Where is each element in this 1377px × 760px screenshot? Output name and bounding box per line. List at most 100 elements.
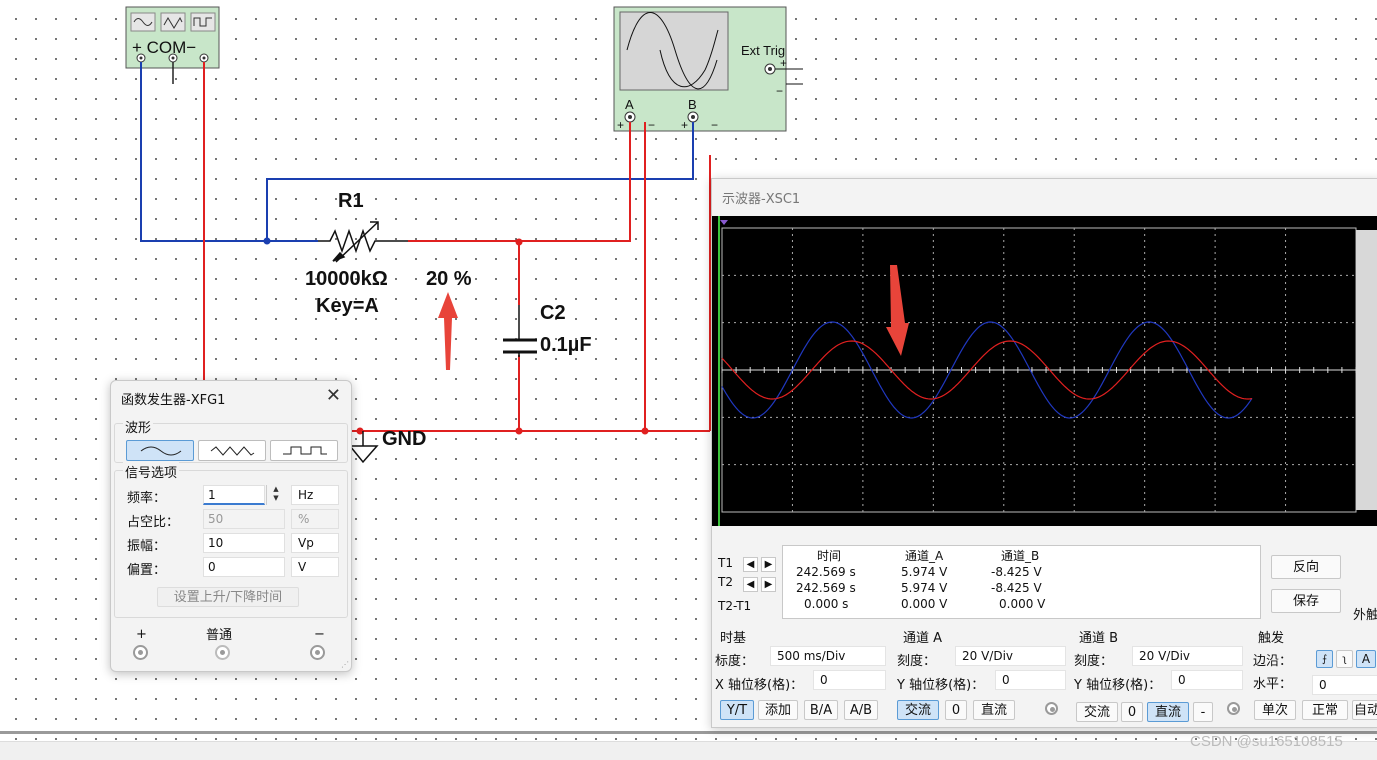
mode-yt-button[interactable]: Y/T	[720, 700, 754, 720]
resistor-percent: 20 %	[426, 268, 472, 290]
t1-time: 242.569 s	[796, 565, 856, 579]
channel-a-scale-field[interactable]: 20 V/Div	[955, 646, 1066, 666]
falling-edge-icon[interactable]: ʅ	[1336, 650, 1353, 668]
t2-right-arrow-icon[interactable]: ▶	[761, 577, 776, 592]
rising-edge-icon[interactable]: ⨍	[1316, 650, 1333, 668]
readout-col-a: 通道_A	[905, 549, 944, 563]
watermark: CSDN @su165108515	[1190, 733, 1343, 750]
resistor-value: 10000kΩ	[305, 268, 388, 290]
mode-ab-button[interactable]: A/B	[844, 700, 878, 720]
reverse-button[interactable]: 反向	[1271, 555, 1341, 579]
channel-b-ypos-field[interactable]: 0	[1171, 670, 1243, 690]
channel-a-ypos-field[interactable]: 0	[995, 670, 1066, 690]
scope-screen[interactable]	[712, 216, 1377, 526]
scope-b-minus: −	[711, 118, 719, 132]
capacitor-c2[interactable]	[503, 338, 537, 354]
offset-field[interactable]: 0	[203, 557, 285, 577]
channel-a-scale-label: 刻度：	[897, 654, 937, 669]
resize-grip-icon[interactable]: ⋰	[341, 661, 349, 669]
scope-a-plus: +	[617, 118, 625, 132]
channel-b-zero-button[interactable]: 0	[1121, 702, 1143, 722]
triangle-icon	[210, 446, 255, 456]
trigger-edge-label: 边沿：	[1253, 654, 1293, 669]
horizontal-scrollbar[interactable]	[0, 731, 1377, 734]
resistor-name: R1	[338, 190, 364, 212]
channel-b-minus-button[interactable]: -	[1193, 702, 1213, 722]
timebase-scale-field[interactable]: 500 ms/Div	[770, 646, 886, 666]
cursor-marker-icon	[720, 220, 728, 225]
rise-fall-time-button: 设置上升/下降时间	[157, 587, 299, 607]
trigger-normal-button[interactable]: 正常	[1302, 700, 1348, 720]
plus-terminal-label: +	[136, 627, 147, 642]
channel-b-scale-field[interactable]: 20 V/Div	[1132, 646, 1243, 666]
triangle-wave-button[interactable]	[198, 440, 266, 461]
save-button[interactable]: 保存	[1271, 589, 1341, 613]
frequency-unit-select[interactable]: Hz	[291, 485, 339, 505]
scope-b-plus: +	[681, 118, 689, 132]
common-terminal[interactable]	[215, 645, 230, 660]
amplitude-unit-select[interactable]: Vp	[291, 533, 339, 553]
function-generator-dialog[interactable]: 函数发生器-XFG1 ✕ 波形 信号选项 频率： 1 ▲ ▼ Hz 占空比： 50…	[110, 380, 352, 672]
t2-channel-a: 5.974 V	[901, 581, 948, 595]
plus-terminal[interactable]	[133, 645, 148, 660]
minus-terminal[interactable]	[310, 645, 325, 660]
ground-symbol	[348, 431, 379, 464]
minus-terminal-label: −	[314, 627, 325, 642]
diff-channel-b: 0.000 V	[999, 597, 1046, 611]
sine-icon	[140, 446, 182, 456]
mode-ba-button[interactable]: B/A	[804, 700, 838, 720]
scope-traces	[718, 216, 1377, 526]
readout-col-b: 通道_B	[1001, 549, 1040, 563]
resistor-key: Key=A	[316, 295, 379, 317]
channel-a-dc-button[interactable]: 直流	[973, 700, 1015, 720]
ext-trig-plus: +	[780, 56, 788, 70]
common-terminal-label: 普通	[206, 628, 233, 643]
channel-a-ac-button[interactable]: 交流	[897, 700, 939, 720]
t1-label: T1	[718, 556, 733, 570]
channel-a-color-icon	[1045, 702, 1058, 715]
x-position-label: X 轴位移(格)：	[715, 678, 804, 693]
timebase-group-label: 时基	[720, 631, 747, 646]
diff-time: 0.000 s	[804, 597, 849, 611]
trigger-auto-button[interactable]: 自动	[1352, 700, 1377, 720]
status-bar	[0, 741, 1377, 760]
offset-unit-select[interactable]: V	[291, 557, 339, 577]
frequency-spinner[interactable]: ▲ ▼	[266, 485, 285, 505]
potentiometer-r1[interactable]	[318, 221, 408, 263]
t2-time: 242.569 s	[796, 581, 856, 595]
capacitor-value: 0.1µF	[540, 334, 592, 356]
channel-b-scale-label: 刻度：	[1074, 654, 1114, 669]
channel-b-dc-button[interactable]: 直流	[1147, 702, 1189, 722]
x-position-field[interactable]: 0	[813, 670, 886, 690]
channel-b-group-label: 通道 B	[1079, 631, 1119, 646]
frequency-field[interactable]: 1	[203, 485, 265, 505]
channel-b-ac-button[interactable]: 交流	[1076, 702, 1118, 722]
diff-label: T2-T1	[718, 599, 752, 613]
trigger-level-field[interactable]: 0	[1312, 675, 1377, 695]
t1-channel-b: -8.425 V	[991, 565, 1042, 579]
t2-left-arrow-icon[interactable]: ◀	[743, 577, 758, 592]
t1-left-arrow-icon[interactable]: ◀	[743, 557, 758, 572]
waveform-group-label: 波形	[123, 417, 154, 436]
channel-b-color-icon	[1227, 702, 1240, 715]
close-icon[interactable]: ✕	[326, 385, 341, 406]
mode-add-button[interactable]: 添加	[758, 700, 798, 720]
sine-wave-button[interactable]	[126, 440, 194, 461]
ext-trig-minus: −	[776, 84, 784, 98]
t2-label: T2	[718, 575, 733, 589]
channel-a-zero-button[interactable]: 0	[945, 700, 967, 720]
oscilloscope-dialog[interactable]: 示波器-XSC1 T1 ◀ ▶ T2 ◀ ▶ T2-T1 时间 通道_A 通道_…	[711, 178, 1377, 728]
amplitude-field[interactable]: 10	[203, 533, 285, 553]
duty-field: 50	[203, 509, 285, 529]
offset-label: 偏置：	[127, 563, 167, 578]
oscilloscope-symbol[interactable]	[613, 6, 787, 132]
duty-label: 占空比：	[127, 515, 180, 530]
scope-dialog-title: 示波器-XSC1	[722, 192, 801, 207]
trigger-source-a-button[interactable]: A	[1356, 650, 1376, 668]
signal-options-label: 信号选项	[123, 462, 180, 481]
capacitor-name: C2	[540, 302, 566, 324]
square-wave-button[interactable]	[270, 440, 338, 461]
t1-right-arrow-icon[interactable]: ▶	[761, 557, 776, 572]
trigger-group-label: 触发	[1258, 631, 1285, 646]
trigger-single-button[interactable]: 单次	[1254, 700, 1296, 720]
